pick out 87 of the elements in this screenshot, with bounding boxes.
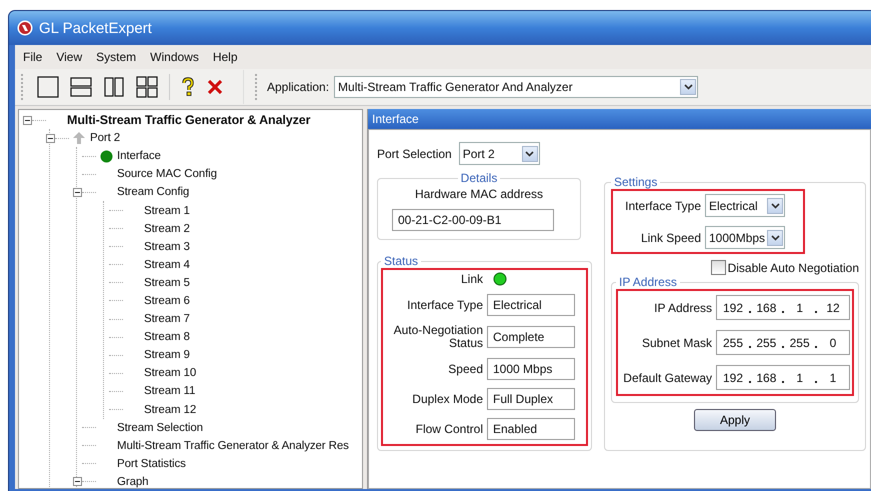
menu-item[interactable]: System [96, 50, 136, 64]
tree-item[interactable]: Stream 4 [143, 258, 190, 271]
ip-octet: 12 [825, 300, 841, 314]
mac-address-field[interactable]: 00-21-C2-00-09-B1 [392, 209, 554, 231]
application-label: Application: [267, 80, 330, 94]
collapse-icon[interactable] [73, 188, 82, 197]
status-value-field: Enabled [487, 418, 575, 440]
tree-item[interactable]: Multi-Stream Traffic Generator & Analyzer [66, 113, 310, 128]
tree-item[interactable]: Stream 8 [143, 331, 190, 344]
menu-item[interactable]: Help [212, 50, 238, 64]
ip-octet: 192 [723, 300, 744, 314]
window-title: GL PacketExpert [39, 20, 152, 36]
collapse-icon[interactable] [23, 116, 32, 125]
vertical-split-icon[interactable] [103, 76, 125, 98]
ip-octet: 0 [828, 336, 838, 350]
ip-octet: 1 [795, 370, 804, 384]
status-dot-icon [100, 150, 112, 163]
menu-item[interactable]: Windows [150, 50, 199, 64]
tree-item[interactable]: Stream 5 [143, 276, 190, 289]
tree-item[interactable]: Stream Selection [116, 422, 203, 434]
tree-item[interactable]: Stream 6 [143, 294, 190, 307]
app-logo-icon [17, 20, 33, 36]
tree-item[interactable]: Stream 9 [143, 349, 190, 362]
link-label: Link [460, 272, 483, 286]
grid-layout-icon[interactable] [136, 76, 158, 98]
checkbox-label: Disable Auto Negotiation [728, 260, 859, 274]
collapse-icon[interactable] [46, 134, 55, 143]
tree-item[interactable]: Multi-Stream Traffic Generator & Analyzer Res [116, 440, 349, 452]
mac-address-label: Hardware MAC address [414, 187, 544, 201]
status-value-field: 1000 Mbps [487, 358, 575, 380]
field-label: Default Gateway [622, 370, 712, 384]
tree-item[interactable]: Stream 2 [143, 222, 190, 235]
port-selection-label: Port Selection [377, 146, 452, 160]
tree-item[interactable]: Stream 3 [143, 240, 190, 253]
settings-dropdown[interactable]: Electrical [705, 194, 785, 217]
ip-octet: 1 [828, 370, 838, 384]
group-title: Status [383, 254, 420, 268]
status-value-field: Complete [487, 326, 575, 348]
tree-item[interactable]: Stream 10 [143, 367, 196, 380]
tree-item[interactable]: Stream 12 [143, 404, 196, 416]
port-dropdown[interactable]: Port 2 [458, 142, 540, 165]
collapse-icon[interactable] [73, 477, 82, 486]
tree-item[interactable]: Stream 1 [143, 204, 190, 217]
field-label: Duplex Mode [411, 392, 483, 406]
menu-item[interactable]: File [23, 50, 42, 64]
field-label: Interface Type [406, 298, 483, 312]
panel-header: Interface [368, 109, 871, 129]
close-icon[interactable] [206, 78, 224, 96]
field-label: Auto-Negotiation Status [392, 324, 483, 350]
field-label: Subnet Mask [640, 336, 712, 350]
horizontal-split-icon[interactable] [70, 76, 92, 98]
checkbox[interactable] [710, 260, 726, 275]
field-label: Speed [447, 362, 483, 376]
ip-octet: 168 [756, 300, 776, 314]
tree-item[interactable]: Stream 7 [143, 313, 190, 326]
status-value-field: Electrical [487, 294, 575, 316]
ip-field[interactable]: 255 255 255 0 [716, 330, 850, 355]
ip-octet: 255 [723, 336, 744, 350]
tree-item[interactable]: Interface [116, 150, 161, 162]
group-title: Details [460, 171, 498, 185]
tree-item[interactable]: Stream Config [116, 186, 190, 198]
tree-item[interactable]: Port Statistics [116, 458, 186, 470]
tree-item[interactable]: Graph [116, 476, 148, 488]
group-title: Settings [613, 175, 658, 189]
single-pane-icon[interactable] [37, 76, 59, 98]
tree-item[interactable]: Source MAC Config [116, 168, 217, 180]
group-title: IP Address [618, 275, 678, 289]
up-arrow-icon [72, 131, 86, 146]
field-label: IP Address [653, 300, 712, 314]
ip-octet: 168 [756, 370, 776, 384]
field-label: Link Speed [640, 230, 701, 244]
settings-dropdown[interactable]: 1000Mbps [705, 226, 785, 249]
ip-octet: 255 [756, 336, 776, 350]
ip-octet: 192 [723, 370, 744, 384]
application-dropdown[interactable]: Multi-Stream Traffic Generator And Analyzer [334, 76, 698, 98]
ip-octet: 1 [795, 300, 804, 314]
ip-field[interactable]: 192 168 1 1 [716, 365, 850, 390]
ip-octet: 255 [790, 336, 810, 350]
field-label: Flow Control [414, 422, 483, 436]
tree-item[interactable]: Port 2 [89, 132, 120, 144]
status-value-field: Full Duplex [487, 388, 575, 410]
apply-button[interactable]: Apply [694, 409, 776, 431]
menu-item[interactable]: View [56, 50, 82, 64]
tree-item[interactable]: Stream 11 [143, 385, 196, 398]
help-icon[interactable] [181, 77, 195, 97]
field-label: Interface Type [624, 198, 701, 212]
ip-field[interactable]: 192 168 1 12 [716, 295, 850, 320]
